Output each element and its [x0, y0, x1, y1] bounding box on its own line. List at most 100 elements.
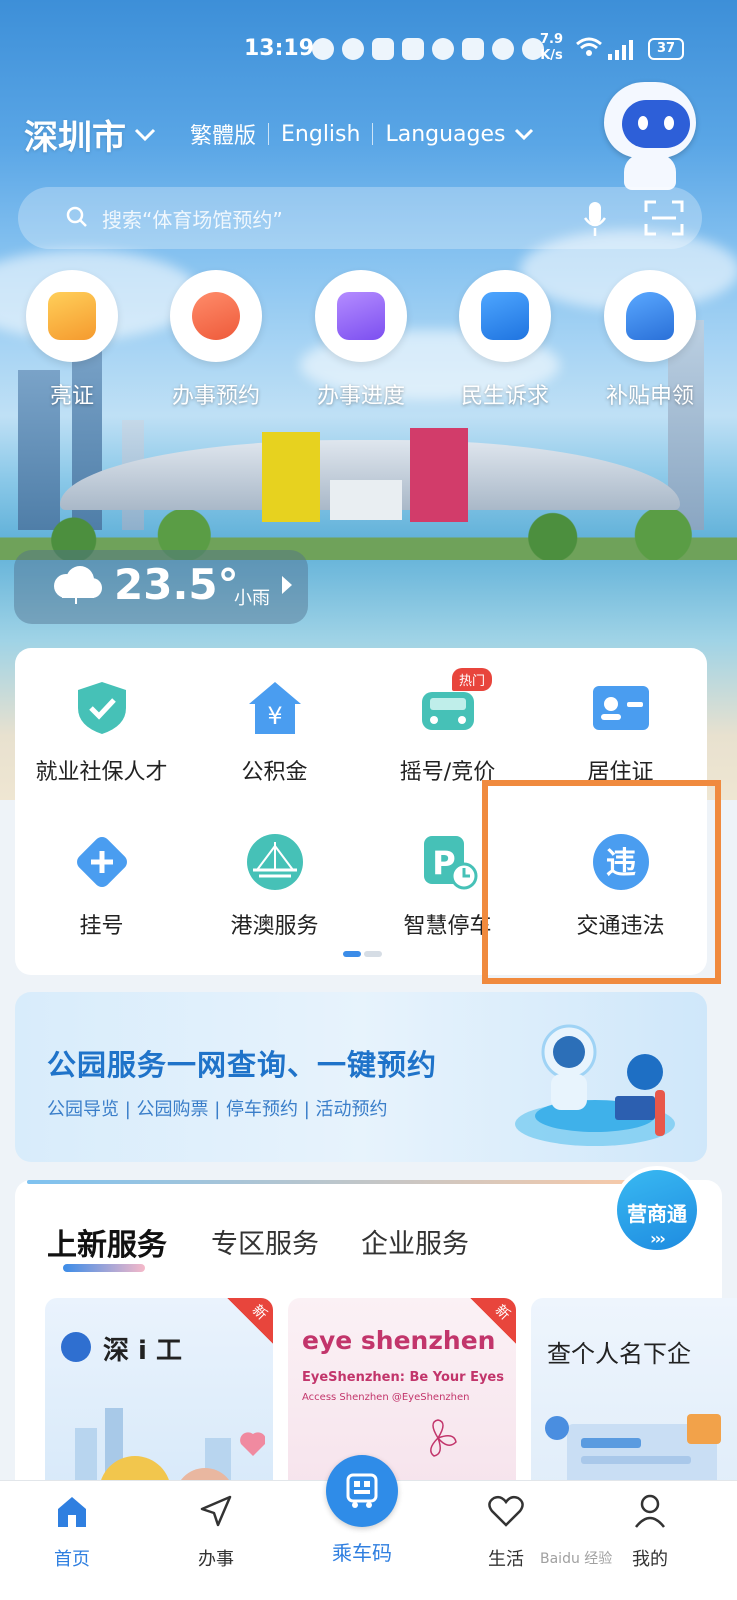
service-label: 港澳服务: [230, 914, 319, 939]
lang-english-link[interactable]: English: [281, 122, 360, 147]
service-label: 就业社保人才: [35, 760, 168, 785]
card-line2: Access Shenzhen @EyeShenzhen: [302, 1392, 470, 1403]
app-notification-icon: [432, 38, 454, 60]
city-name: 深圳市: [24, 118, 126, 158]
search-icon: [66, 206, 87, 227]
wifi-icon: [576, 36, 602, 63]
city-selector[interactable]: 深圳市: [24, 110, 156, 159]
shortcut-label: 亮证: [49, 384, 94, 409]
search-bar[interactable]: 搜索“体育场馆预约”: [18, 187, 702, 249]
shortcut-label: 补贴申领: [605, 384, 694, 409]
temperature: 23.5°: [114, 560, 239, 609]
status-bar: 13:19 7.9 K/s 37: [0, 30, 737, 70]
business-badge-label: 营商通: [627, 1202, 687, 1226]
nav-home[interactable]: 首页: [12, 1491, 132, 1571]
app-notification-icon: [312, 38, 334, 60]
assistant-robot-icon[interactable]: [598, 82, 702, 190]
house-yuan-icon: ¥: [243, 676, 307, 740]
new-tag-label: 新: [248, 1302, 270, 1324]
card-title: 深 i 工: [103, 1336, 183, 1366]
status-time: 13:19: [244, 36, 315, 61]
bridge-icon: [243, 830, 307, 894]
highlight-annotation-box: [482, 780, 721, 984]
quick-shortcuts: 亮证 办事预约 办事进度 民生诉求 补贴申领: [0, 270, 737, 420]
shortcut-label: 办事预约: [171, 384, 260, 409]
languages-dropdown[interactable]: Languages: [385, 122, 533, 147]
medical-cross-icon: [70, 830, 134, 894]
language-switcher: 繁體版 English Languages: [190, 118, 534, 150]
network-speed: 7.9 K/s: [540, 32, 563, 64]
service-employment[interactable]: 就业社保人才: [15, 676, 188, 786]
microphone-icon[interactable]: [582, 200, 608, 238]
weather-widget[interactable]: 23.5° 小雨: [14, 550, 308, 624]
search-placeholder: 搜索“体育场馆预约”: [102, 208, 283, 232]
watermark: Baidu 经验: [540, 1551, 613, 1567]
alarm-clock-icon: [192, 292, 240, 340]
tiktok-notification-icon: [402, 38, 424, 60]
alarm-icon: [492, 38, 514, 60]
banner-subtitle: 公园导览 | 公园购票 | 停车预约 | 活动预约: [47, 1099, 388, 1120]
banner-title: 公园服务一网查询、一键预约: [47, 1048, 438, 1082]
service-residence-permit[interactable]: 居住证: [534, 676, 707, 786]
page-indicator: [343, 951, 382, 957]
shortcut-appeal[interactable]: 民生诉求: [435, 270, 575, 410]
network-speed-unit: K/s: [540, 48, 563, 63]
ride-code-button[interactable]: [326, 1455, 398, 1527]
card-line1: EyeShenzhen: Be Your Eyes: [302, 1370, 504, 1385]
chat-bubble-icon: [481, 292, 529, 340]
shortcut-progress[interactable]: 办事进度: [291, 270, 431, 410]
notification-icons: [312, 38, 544, 60]
shortcut-subsidy[interactable]: 补贴申领: [580, 270, 720, 410]
service-registration[interactable]: 挂号: [15, 830, 188, 940]
progress-forward-icon: [337, 292, 385, 340]
weather-condition: 小雨: [234, 588, 270, 609]
ride-code-label: 乘车码: [332, 1541, 392, 1565]
app-notification-icon: [342, 38, 364, 60]
card-title: 查个人名下企: [547, 1340, 691, 1368]
service-hk-macau[interactable]: 港澳服务: [188, 830, 361, 940]
service-car-lottery[interactable]: 摇号/竞价: [361, 676, 534, 786]
user-icon: [635, 1494, 665, 1528]
heart-icon: [488, 1495, 524, 1527]
shortcut-appointment[interactable]: 办事预约: [146, 270, 286, 410]
scan-icon[interactable]: [644, 200, 684, 236]
business-service-button[interactable]: 营商通 ›››: [613, 1166, 701, 1254]
astronaut-illustration-icon: [515, 1024, 675, 1146]
chevron-right-icon: ›››: [650, 1229, 666, 1248]
id-wallet-icon: [48, 292, 96, 340]
new-card-eye-shenzhen[interactable]: 新 eye shenzhen EyeShenzhen: Be Your Eyes…: [288, 1298, 516, 1498]
card-title: eye shenzhen: [302, 1326, 496, 1355]
battery-icon: 37: [648, 38, 684, 60]
nav-affairs[interactable]: 办事: [156, 1491, 276, 1571]
nav-label: 首页: [54, 1549, 90, 1570]
new-tag: 新: [227, 1298, 273, 1344]
shortcut-label: 民生诉求: [460, 384, 549, 409]
chevron-right-icon: [282, 576, 292, 594]
tab-enterprise-services[interactable]: 企业服务: [361, 1222, 469, 1261]
service-housing-fund[interactable]: ¥ 公积金: [188, 676, 361, 786]
park-service-banner[interactable]: 公园服务一网查询、一键预约 公园导览 | 公园购票 | 停车预约 | 活动预约: [15, 992, 707, 1162]
cellular-signal-icon: [608, 38, 638, 60]
tab-new-services[interactable]: 上新服务: [47, 1220, 167, 1264]
rain-cloud-icon: [54, 566, 102, 604]
network-speed-value: 7.9: [540, 32, 564, 47]
languages-label: Languages: [385, 121, 506, 147]
new-tag-label: 新: [491, 1302, 513, 1324]
tab-zone-services[interactable]: 专区服务: [211, 1222, 319, 1261]
service-label: 公积金: [241, 760, 308, 785]
parking-icon: P: [416, 830, 480, 894]
id-card-icon: [589, 676, 653, 740]
service-label: 挂号: [79, 914, 124, 939]
shortcut-show-id[interactable]: 亮证: [2, 270, 142, 410]
shield-check-icon: [70, 676, 134, 740]
nfc-icon: [462, 38, 484, 60]
bus-qr-icon: [346, 1473, 378, 1508]
nav-label: 办事: [198, 1549, 234, 1570]
lang-traditional-link[interactable]: 繁體版: [190, 118, 256, 150]
new-card-shen-i-gong[interactable]: 新 深 i 工: [45, 1298, 273, 1498]
svg-text:¥: ¥: [267, 702, 282, 730]
train-icon: [626, 292, 674, 340]
computer-illustration-icon: [545, 1414, 721, 1494]
hot-badge: 热门: [452, 668, 493, 691]
new-card-company-lookup[interactable]: 查个人名下企: [531, 1298, 737, 1498]
